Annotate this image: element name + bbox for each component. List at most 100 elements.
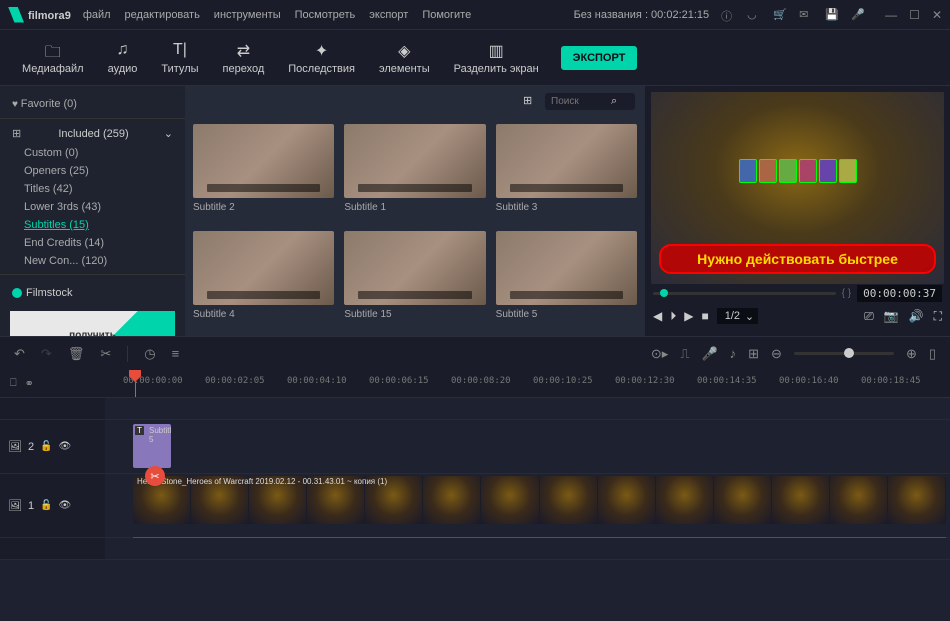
search-input[interactable]	[551, 96, 611, 107]
stop-button[interactable]: ■	[701, 309, 708, 323]
logo-icon	[8, 7, 24, 23]
scale-value: 1/2	[725, 310, 740, 322]
ruler-mark: 00:00:18:45	[861, 376, 921, 386]
title-clip[interactable]: T Subtitle 5	[133, 424, 171, 468]
settings-icon[interactable]: ≡	[172, 346, 180, 361]
play-button[interactable]: ▶	[684, 309, 693, 323]
volume-icon[interactable]: 🔊	[909, 309, 924, 324]
scrub-track[interactable]	[653, 292, 836, 295]
grid-view-icon[interactable]: ⊞	[523, 94, 537, 108]
record-icon[interactable]: 🎤	[701, 346, 717, 362]
menu-file[interactable]: файл	[83, 9, 111, 21]
menu-edit[interactable]: редактировать	[125, 9, 200, 21]
text-clip-icon: T	[135, 426, 144, 435]
tab-titles[interactable]: T|Титулы	[151, 37, 208, 79]
mail-icon[interactable]: ✉	[799, 8, 813, 22]
thumb-item[interactable]: Subtitle 3	[496, 124, 637, 221]
track-body[interactable]: HearthStone_Heroes of Warcraft 2019.02.1…	[105, 474, 950, 537]
render-icon[interactable]: ⊙▸	[651, 346, 668, 362]
tab-audio[interactable]: ♫аудио	[98, 37, 148, 79]
search-box[interactable]: ⌕	[545, 93, 635, 110]
divider	[0, 118, 185, 119]
thumb-item[interactable]: Subtitle 4	[193, 231, 334, 328]
link-icon[interactable]: ⚭	[25, 377, 34, 390]
sidebar-item-lower3rds[interactable]: Lower 3rds (43)	[0, 198, 185, 216]
timeline-ruler[interactable]: ⎕ ⚭ 00:00:00:00 00:00:02:05 00:00:04:10 …	[0, 370, 950, 398]
track-body[interactable]: T Subtitle 5 ✂	[105, 420, 950, 473]
zoom-out-icon[interactable]: ⊖	[771, 346, 782, 362]
sidebar-filmstock[interactable]: Filmstock	[0, 281, 185, 305]
save-icon[interactable]: 💾	[825, 8, 839, 22]
scale-select[interactable]: 1/2⌄	[717, 308, 758, 324]
snapshot-icon[interactable]: 📷	[884, 309, 899, 324]
clip-label: Subtitle 5	[149, 426, 171, 444]
user-icon[interactable]: ◡	[747, 8, 761, 22]
delete-icon[interactable]: 🗑	[68, 346, 85, 362]
sidebar-included[interactable]: Included (259)⌄	[0, 123, 185, 144]
cart-icon[interactable]: 🛒	[773, 8, 787, 22]
eye-icon[interactable]: 👁	[59, 441, 72, 452]
thumb-item[interactable]: Subtitle 2	[193, 124, 334, 221]
thumb-label: Subtitle 4	[193, 309, 334, 320]
step-back-button[interactable]: ⏵	[670, 309, 676, 324]
lock-icon[interactable]: 🔓	[40, 441, 52, 452]
sidebar-item-endcredits[interactable]: End Credits (14)	[0, 234, 185, 252]
track-head: 🖼 1 🔓 👁	[0, 474, 105, 537]
menu-view[interactable]: Посмотреть	[295, 9, 356, 21]
prev-frame-button[interactable]: ◀	[653, 309, 662, 323]
search-icon[interactable]: ⌕	[611, 95, 617, 108]
close-icon[interactable]: ✕	[932, 8, 942, 22]
sidebar-favorite[interactable]: Favorite (0)	[0, 94, 185, 114]
info-icon[interactable]: ⓘ	[721, 8, 735, 22]
redo-icon[interactable]: ↷	[41, 346, 52, 362]
thumb-item[interactable]: Subtitle 1	[344, 124, 485, 221]
sidebar-item-newcon[interactable]: New Con... (120)	[0, 252, 185, 270]
clip-label: HearthStone_Heroes of Warcraft 2019.02.1…	[137, 477, 387, 486]
mixer-icon[interactable]: ⎍	[680, 346, 689, 362]
eye-icon[interactable]: 👁	[59, 500, 72, 511]
mic-icon[interactable]: 🎤	[851, 8, 865, 22]
tab-effects[interactable]: ✦Последствия	[278, 37, 365, 79]
timeline: ⎕ ⚭ 00:00:00:00 00:00:02:05 00:00:04:10 …	[0, 370, 950, 621]
thumb-item[interactable]: Subtitle 15	[344, 231, 485, 328]
fullscreen-icon[interactable]: ⛶	[934, 309, 942, 324]
sidebar-item-custom[interactable]: Custom (0)	[0, 144, 185, 162]
tab-elements[interactable]: ◈элементы	[369, 37, 440, 79]
thumb-preview	[344, 124, 485, 198]
sidebar-item-titles[interactable]: Titles (42)	[0, 180, 185, 198]
menu-help[interactable]: Помогите	[422, 9, 471, 21]
zoom-in-icon[interactable]: ⊕	[906, 346, 917, 362]
lock-icon[interactable]: 🔓	[40, 500, 52, 511]
tab-transition[interactable]: ⇄переход	[213, 37, 275, 79]
scissors-badge-icon[interactable]: ✂	[145, 466, 165, 486]
undo-icon[interactable]: ↶	[14, 346, 25, 362]
split-icon[interactable]: ✂	[100, 346, 111, 362]
minimize-icon[interactable]: —	[885, 8, 897, 22]
marker-icon[interactable]: ◷	[144, 346, 155, 362]
main-menu: файл редактировать инструменты Посмотрет…	[83, 9, 471, 21]
tab-media[interactable]: 🗀Медиафайл	[12, 37, 94, 79]
preview-viewport[interactable]: Нужно действовать быстрее	[651, 92, 944, 284]
thumb-preview	[193, 124, 334, 198]
elements-icon: ◈	[398, 41, 410, 59]
audio-icon[interactable]: ♪	[730, 346, 737, 361]
zoom-handle[interactable]	[844, 348, 854, 358]
sidebar-item-subtitles[interactable]: Subtitles (15)	[0, 216, 185, 234]
video-clip[interactable]: HearthStone_Heroes of Warcraft 2019.02.1…	[133, 476, 946, 524]
track-add-icon[interactable]: ⎕	[10, 377, 17, 390]
header-icons: ⓘ ◡ 🛒 ✉ 💾 🎤	[721, 8, 865, 22]
export-button[interactable]: ЭКСПОРТ	[561, 46, 638, 70]
tab-split[interactable]: ▥Разделить экран	[444, 37, 549, 79]
zoom-slider[interactable]	[794, 352, 894, 355]
sidebar-item-openers[interactable]: Openers (25)	[0, 162, 185, 180]
menu-tools[interactable]: инструменты	[214, 9, 281, 21]
thumb-item[interactable]: Subtitle 5	[496, 231, 637, 328]
display-icon[interactable]: ⎚	[864, 309, 874, 324]
promo-banner[interactable]: получить	[10, 311, 175, 336]
expand-icon[interactable]: ⊞	[748, 346, 759, 362]
maximize-icon[interactable]: ☐	[909, 8, 920, 22]
menu-export[interactable]: экспорт	[369, 9, 408, 21]
fit-icon[interactable]: ▯	[929, 346, 936, 362]
playhead[interactable]	[135, 370, 136, 397]
scrub-handle[interactable]	[660, 289, 668, 297]
